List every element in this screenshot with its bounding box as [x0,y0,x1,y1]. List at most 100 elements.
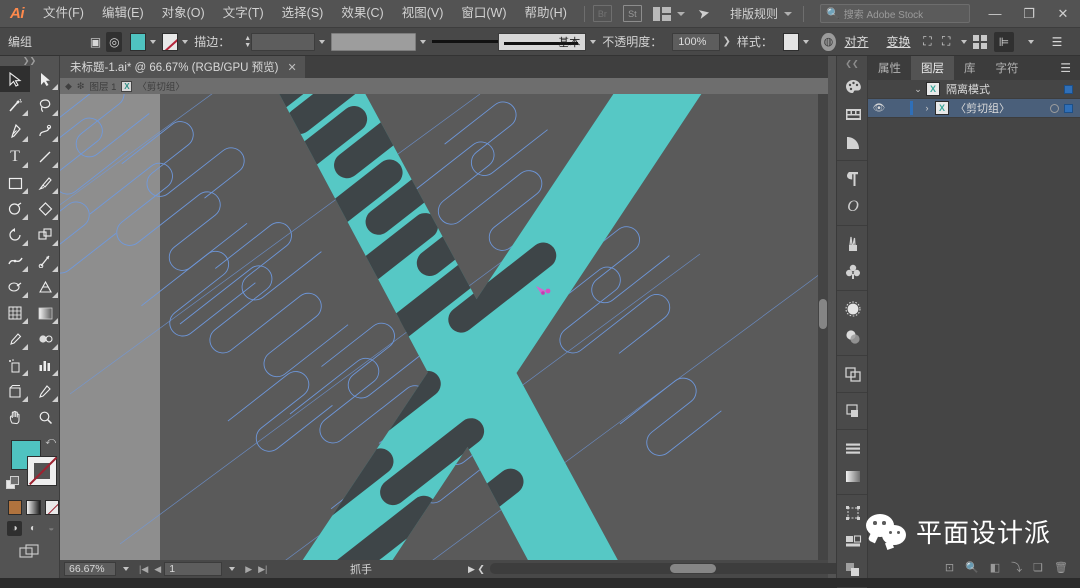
rotate-tool[interactable] [0,222,30,248]
arrange-documents-icon[interactable] [653,7,671,21]
close-icon[interactable]: ✕ [288,61,297,74]
fill-chevron-down-icon[interactable] [150,40,156,44]
layer-row-clipping-group[interactable]: 👁 › X 〈剪切组〉 [868,99,1080,118]
zoom-tool[interactable] [30,404,60,430]
prev-artboard-button[interactable]: ◀ [154,564,161,575]
menu-object[interactable]: 对象(O) [153,0,214,27]
toolbar-drag-handle[interactable]: ❯❯ [0,56,59,66]
bridge-icon[interactable]: Br [593,5,612,22]
paintbrush-tool[interactable] [30,170,60,196]
make-mask-icon[interactable]: ◧ [990,561,1000,574]
opacity-input[interactable]: 100% [672,33,720,51]
stock-search-input[interactable]: 🔍 搜索 Adobe Stock [820,4,970,23]
artboards-panel-icon[interactable] [837,527,869,555]
status-flyout-icon[interactable]: ▶ ❮ [468,564,485,575]
line-segment-tool[interactable] [30,144,60,170]
blend-tool[interactable] [30,326,60,352]
stroke-profile-chevron-down-icon[interactable] [420,40,426,44]
window-minimize-button[interactable]: — [978,0,1012,28]
perspective-grid-tool[interactable] [30,274,60,300]
canvas-horizontal-scrollbar[interactable]: ❯ [490,563,870,574]
recolor-artwork-icon[interactable]: ◍ [821,33,835,51]
workspace-label[interactable]: 排版规则 [730,5,778,22]
dock-drag-handle[interactable]: ❮❮ [837,60,867,68]
align-panel-icon[interactable] [837,397,869,425]
last-artboard-button[interactable]: ▶| [258,564,267,575]
arrange-chevron-down-icon[interactable] [677,12,685,16]
share-plane-icon[interactable]: ➤ [696,4,711,23]
locate-object-icon[interactable]: ⊡ [945,561,954,574]
canvas-vertical-scrollbar[interactable] [818,94,828,560]
width-tool[interactable] [0,248,30,274]
selection-tool[interactable] [0,66,30,92]
gradient-tool[interactable] [30,300,60,326]
stock-icon[interactable]: St [623,5,642,22]
mesh-tool[interactable] [0,300,30,326]
breadcrumb-group-label[interactable]: 〈剪切组〉 [137,79,185,93]
pathfinder-panel-icon[interactable] [837,360,869,388]
color-guide-icon[interactable] [837,100,869,128]
stroke-profile-select[interactable] [331,33,415,51]
magic-wand-tool[interactable] [0,92,30,118]
color-themes-icon[interactable] [837,128,869,156]
draw-inside-icon[interactable]: ◒ [44,521,59,536]
breadcrumb-layer-label[interactable]: 图层 1 [89,79,116,93]
curvature-tool[interactable] [30,118,60,144]
tab-character[interactable]: 字符 [986,56,1029,80]
stroke-color-swatch[interactable] [162,33,178,51]
artboard-tool[interactable] [0,378,30,404]
target-indicator-icon[interactable] [1050,104,1059,113]
menu-view[interactable]: 视图(V) [393,0,453,27]
stroke-chevron-down-icon[interactable] [182,40,188,44]
menu-effect[interactable]: 效果(C) [332,0,392,27]
visibility-icon[interactable]: 👁 [868,103,890,114]
swap-fill-stroke-icon[interactable]: ⤺ [45,436,56,447]
first-artboard-button[interactable]: |◀ [139,564,148,575]
document-setup-grid-icon[interactable] [973,35,987,49]
lasso-tool[interactable] [30,92,60,118]
symbol-sprayer-tool[interactable] [0,352,30,378]
gradient-panel-icon[interactable] [837,462,869,490]
direct-selection-tool[interactable] [30,66,60,92]
mask-chevron-down-icon[interactable] [961,40,967,44]
column-graph-tool[interactable] [30,352,60,378]
canvas-area[interactable] [60,94,828,560]
stroke-panel-icon[interactable] [837,434,869,462]
stroke-weight-stepper[interactable]: ▲▼ [244,35,251,49]
document-tab[interactable]: 未标题-1.ai* @ 66.67% (RGB/GPU 预览) ✕ [60,56,305,78]
default-fill-stroke-icon[interactable] [6,476,19,489]
hand-tool[interactable] [0,404,30,430]
type-tool[interactable]: T [0,144,30,170]
graphic-style-swatch[interactable] [783,33,799,51]
draw-behind-icon[interactable]: ◐ [25,521,40,536]
gradient-mode-icon[interactable] [26,500,40,515]
chevron-down-icon[interactable]: ⌄ [910,84,926,95]
window-close-button[interactable]: ✕ [1046,0,1080,28]
stroke-color-control[interactable] [27,456,57,486]
style-chevron-down-icon[interactable] [803,40,809,44]
layer-row-isolation[interactable]: ⌄ X 隔离模式 [868,80,1080,99]
symbols-panel-icon[interactable] [837,258,869,286]
arrange-panel-chevron-down-icon[interactable] [1028,40,1034,44]
current-tool-label[interactable]: 抓手 [350,561,372,577]
brushes-panel-icon[interactable] [837,230,869,258]
new-sublayer-icon[interactable]: ⤵ [1011,559,1022,575]
horizontal-scroll-thumb[interactable] [670,564,716,573]
search-layer-icon[interactable]: 🔍 [965,561,979,574]
stroke-weight-input[interactable] [251,33,315,51]
artboard-chevron-down-icon[interactable] [229,567,235,571]
transform-button[interactable]: 变换 [887,33,911,50]
menu-window[interactable]: 窗口(W) [452,0,515,27]
artboard-number-input[interactable]: 1 [164,562,222,576]
paragraph-panel-icon[interactable] [837,165,869,193]
opacity-flyout-icon[interactable]: ❯ [722,36,730,47]
panel-menu-icon[interactable]: ☰ [1051,56,1080,80]
layer-name[interactable]: 隔离模式 [946,81,1064,97]
menu-select[interactable]: 选择(S) [273,0,333,27]
control-bar-menu-icon[interactable]: ☰ [1047,32,1067,52]
select-similar-objects-button[interactable]: ▣ [88,32,104,52]
transparency-panel-icon[interactable] [837,323,869,351]
eraser-tool[interactable] [30,196,60,222]
zoom-chevron-down-icon[interactable] [123,567,129,571]
slice-tool[interactable] [30,378,60,404]
